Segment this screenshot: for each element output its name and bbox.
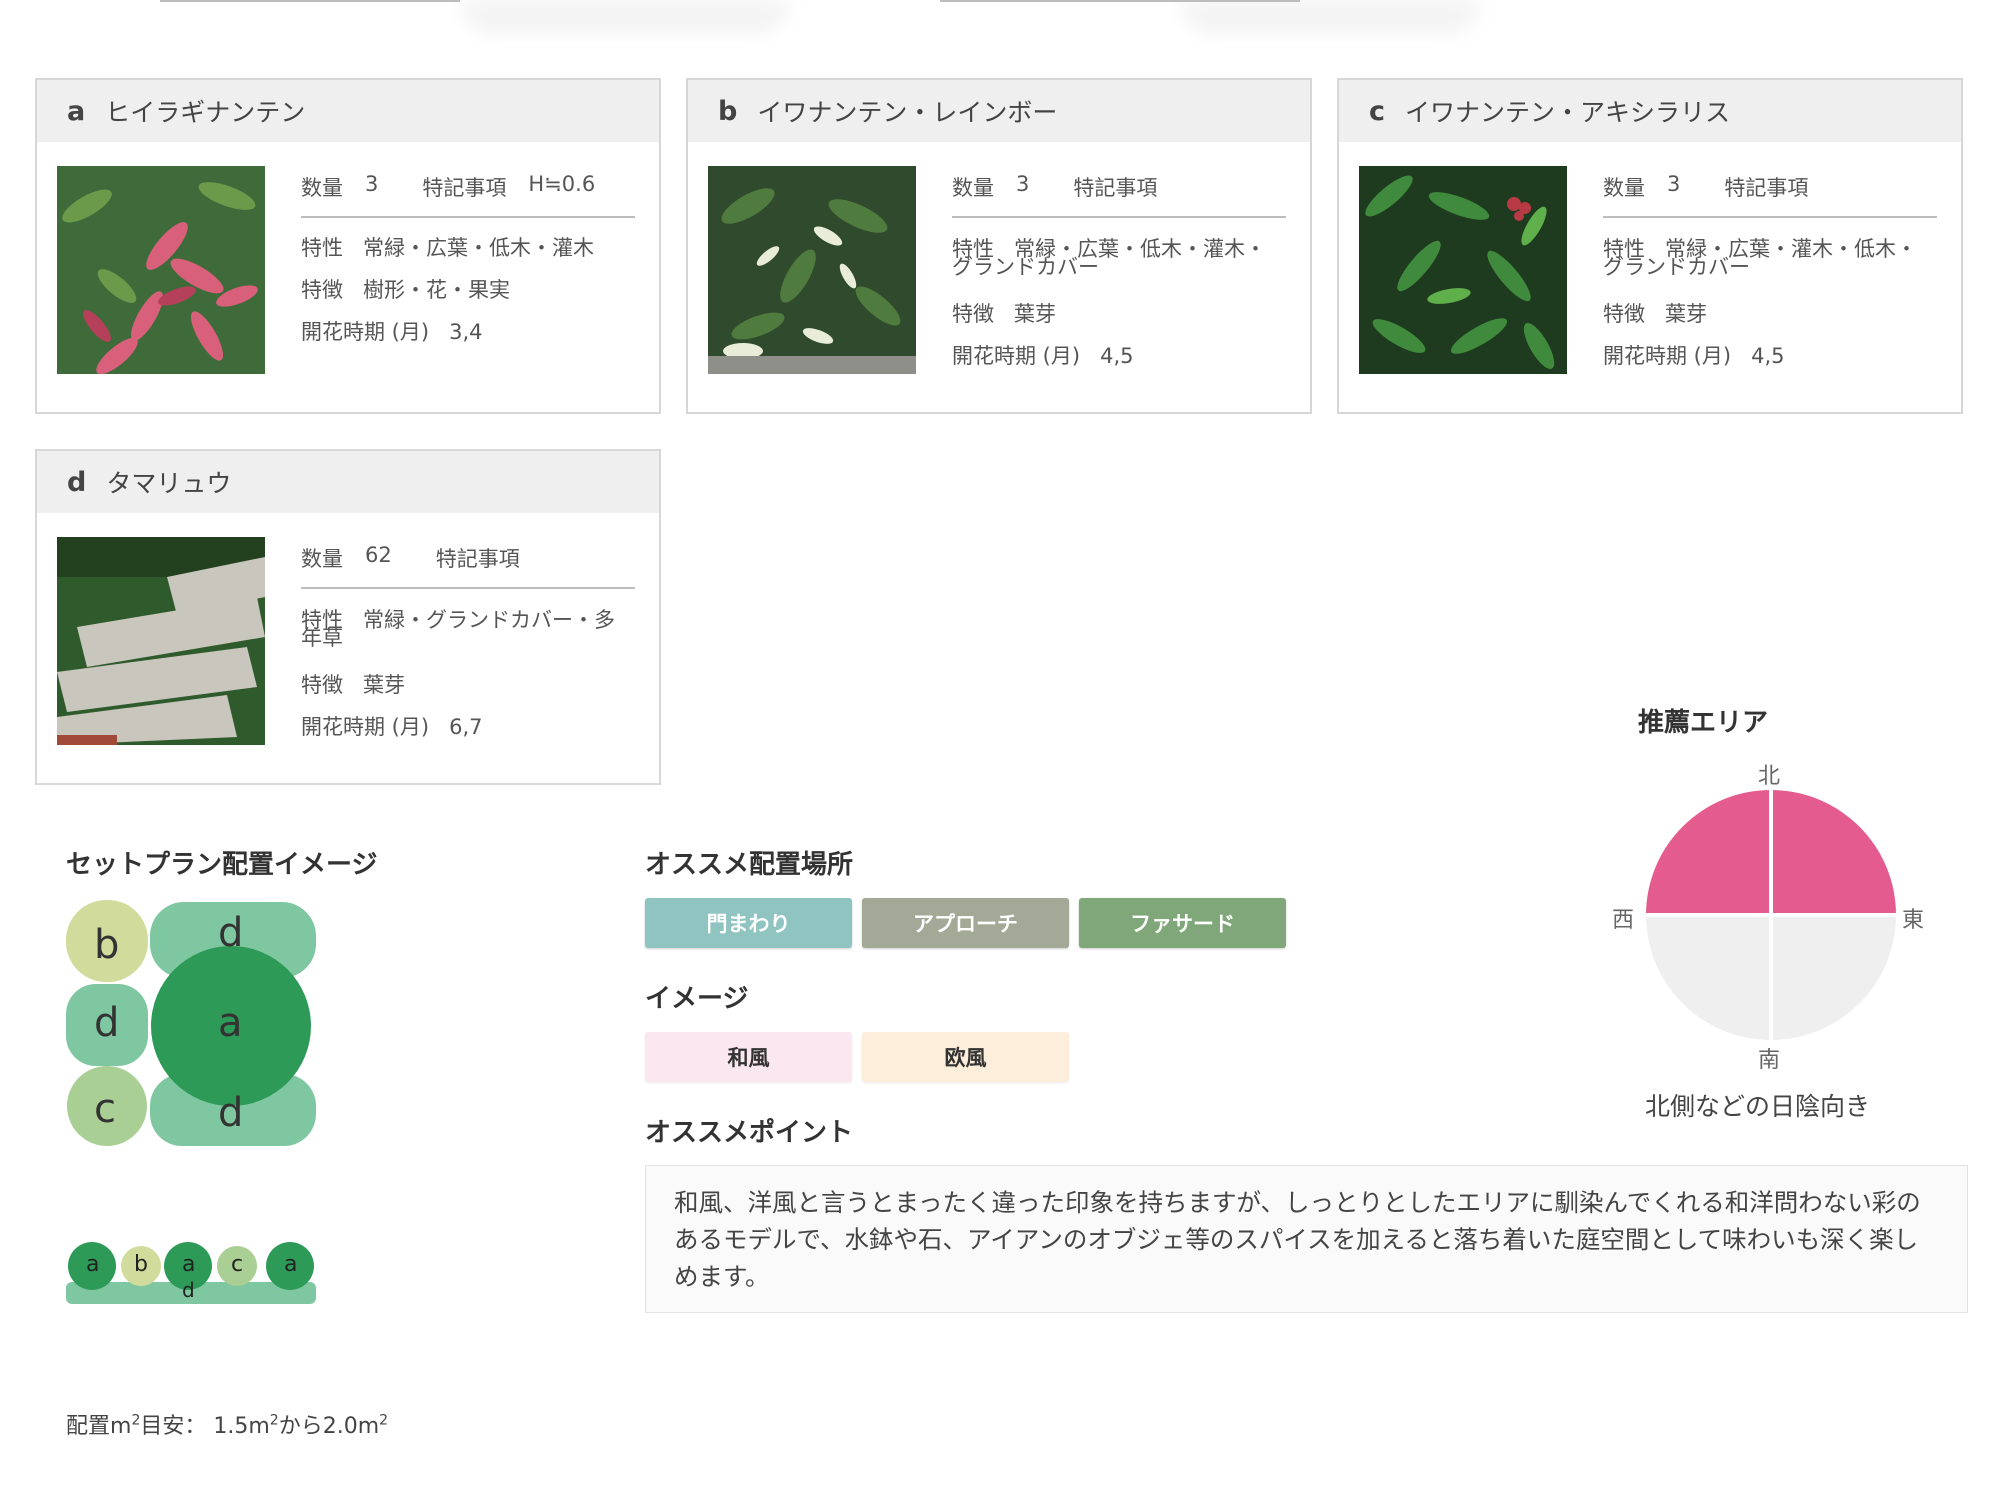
- quadrant-north-east: [1771, 790, 1896, 915]
- qty-value: 3: [1016, 172, 1030, 196]
- tag-western-style[interactable]: 欧風: [862, 1032, 1069, 1082]
- feature-label: 特徴: [301, 278, 343, 302]
- side-letter: c: [231, 1252, 244, 1277]
- card-header: a ヒイラギナンテン: [37, 80, 659, 142]
- feature-value: 葉芽: [1014, 302, 1057, 326]
- note-value: H≒0.6: [528, 172, 596, 196]
- trait-value: 常緑・広葉・低木・灌木・グランドカバー: [952, 237, 1267, 279]
- side-letter: b: [134, 1252, 148, 1277]
- east-label: 東: [1902, 908, 1925, 933]
- qty-label: 数量: [1603, 176, 1645, 200]
- bloom-value: 3,4: [449, 320, 483, 344]
- leaf-photo-icon: [708, 166, 916, 374]
- plant-name: タマリュウ: [106, 469, 232, 498]
- tag-gate-area[interactable]: 門まわり: [645, 898, 852, 948]
- plant-card-a: a ヒイラギナンテン 数量 3 特記事項 H≒0.6 特性 常緑・広葉・低木・灌…: [35, 78, 661, 414]
- trait-value: 常緑・広葉・灌木・低木・グランドカバー: [1603, 237, 1918, 279]
- leaf-photo-icon: [1359, 166, 1567, 374]
- leaf-photo-icon: [57, 166, 265, 374]
- note-label: 特記事項: [435, 547, 520, 571]
- feature-value: 樹形・花・果実: [363, 278, 511, 302]
- layout-letter: a: [218, 1000, 243, 1046]
- west-label: 西: [1612, 908, 1635, 933]
- plant-name: イワナンテン・レインボー: [757, 98, 1058, 127]
- qty-value: 62: [365, 543, 392, 567]
- trait-label: 特性: [301, 236, 343, 260]
- layout-letter: c: [94, 1086, 116, 1132]
- qty-label: 数量: [301, 547, 343, 571]
- bloom-value: 4,5: [1100, 344, 1134, 368]
- plant-card-d: d タマリュウ 数量 62 特記事項 特性 常緑・グランドカバー・多年草 特徴 …: [35, 449, 661, 785]
- card-header: b イワナンテン・レインボー: [688, 80, 1310, 142]
- side-view-diagram: a b a c a d: [66, 1236, 316, 1306]
- card-header: c イワナンテン・アキシラリス: [1339, 80, 1961, 142]
- plant-name: ヒイラギナンテン: [105, 98, 306, 127]
- qty-value: 3: [365, 172, 379, 196]
- note-label: 特記事項: [1724, 176, 1809, 200]
- bloom-value: 4,5: [1751, 344, 1785, 368]
- card-letter: a: [67, 95, 86, 127]
- stepping-stone-photo-icon: [57, 537, 265, 745]
- area-caption: 北側などの日陰向き: [1645, 1092, 1871, 1121]
- quadrant-south-west: [1646, 915, 1771, 1040]
- trait-value: 常緑・グランドカバー・多年草: [301, 608, 616, 650]
- card-letter: b: [718, 95, 738, 127]
- point-text: 和風、洋風と言うとまったく違った印象を持ちますが、しっとりとしたエリアに馴染んで…: [645, 1165, 1968, 1313]
- qty-label: 数量: [952, 176, 994, 200]
- tag-japanese-style[interactable]: 和風: [645, 1032, 852, 1082]
- side-letter: a: [86, 1252, 100, 1277]
- card-letter: c: [1369, 95, 1386, 127]
- side-letter: a: [182, 1252, 196, 1277]
- trait-value: 常緑・広葉・低木・灌木: [363, 236, 595, 260]
- layout-letter: d: [218, 1090, 244, 1136]
- feature-value: 葉芽: [363, 673, 406, 697]
- compass-chart: [1646, 790, 1896, 1040]
- point-title: オススメポイント: [645, 1118, 854, 1148]
- feature-label: 特徴: [1603, 302, 1645, 326]
- plant-card-b: b イワナンテン・レインボー 数量 3 特記事項 特性 常緑・広葉・低木・灌木・…: [686, 78, 1312, 414]
- south-label: 南: [1758, 1048, 1781, 1073]
- card-letter: d: [67, 466, 87, 498]
- qty-value: 3: [1667, 172, 1681, 196]
- tag-facade[interactable]: ファサード: [1079, 898, 1286, 948]
- side-letter: d: [182, 1278, 195, 1302]
- image-title: イメージ: [645, 984, 749, 1014]
- bloom-label: 開花時期 (月): [301, 320, 430, 344]
- card-header: d タマリュウ: [37, 451, 659, 513]
- bloom-label: 開花時期 (月): [301, 715, 430, 739]
- plant-name: イワナンテン・アキシラリス: [1405, 98, 1731, 127]
- bloom-value: 6,7: [449, 715, 483, 739]
- qty-label: 数量: [301, 176, 343, 200]
- area-guide-note: 配置m2目安： 1.5m2から2.0m2: [66, 1412, 389, 1439]
- side-letter: a: [284, 1252, 298, 1277]
- feature-label: 特徴: [301, 673, 343, 697]
- north-label: 北: [1758, 764, 1781, 789]
- layout-diagram: b d d a c d: [66, 900, 316, 1150]
- layout-letter: d: [218, 910, 244, 956]
- area-title: 推薦エリア: [1638, 708, 1769, 738]
- quadrant-north-west: [1646, 790, 1771, 915]
- note-label: 特記事項: [1073, 176, 1158, 200]
- feature-value: 葉芽: [1665, 302, 1708, 326]
- tag-approach[interactable]: アプローチ: [862, 898, 1069, 948]
- layout-title: セットプラン配置イメージ: [66, 850, 378, 880]
- quadrant-south-east: [1771, 915, 1896, 1040]
- plant-card-c: c イワナンテン・アキシラリス 数量 3 特記事項 特性 常緑・広葉・灌木・低木…: [1337, 78, 1963, 414]
- bloom-label: 開花時期 (月): [1603, 344, 1732, 368]
- layout-letter: b: [94, 922, 120, 968]
- layout-letter: d: [94, 1000, 120, 1046]
- feature-label: 特徴: [952, 302, 994, 326]
- top-divider: [150, 0, 1850, 40]
- bloom-label: 開花時期 (月): [952, 344, 1081, 368]
- note-label: 特記事項: [422, 176, 507, 200]
- placement-title: オススメ配置場所: [645, 850, 854, 880]
